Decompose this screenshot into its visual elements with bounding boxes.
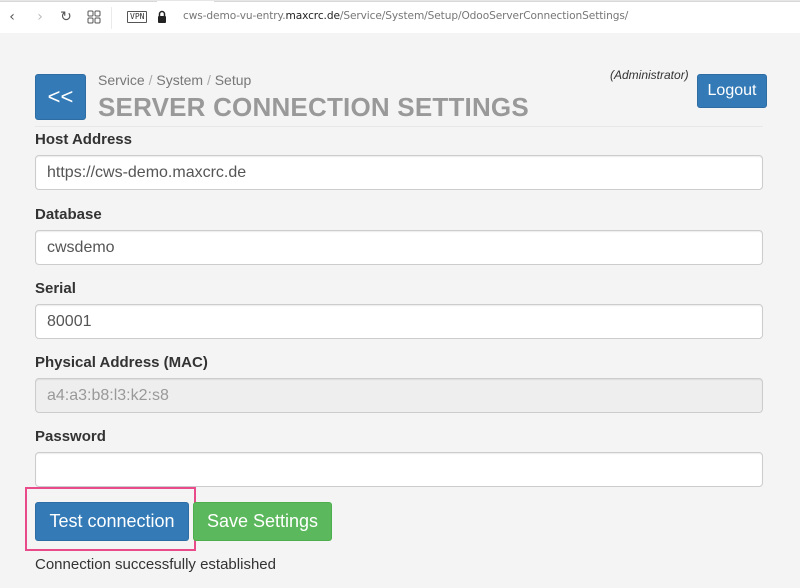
back-icon[interactable]: ‹ (3, 8, 21, 26)
serial-input[interactable] (35, 304, 763, 339)
breadcrumb-separator: / (206, 72, 211, 88)
forward-icon[interactable]: › (31, 8, 49, 26)
database-input[interactable] (35, 230, 763, 265)
breadcrumb-separator: / (148, 72, 153, 88)
page-title: SERVER CONNECTION SETTINGS (98, 92, 529, 122)
serial-label: Serial (35, 280, 76, 297)
tab-strip-edge (214, 1, 800, 2)
mac-address-label: Physical Address (MAC) (35, 354, 208, 371)
lock-icon[interactable] (157, 10, 167, 24)
url-host: maxcrc.de (285, 10, 340, 22)
browser-toolbar: ‹ › ↻ VPN cws-demo-vu-entry.maxcrc.de/Se… (0, 0, 800, 33)
breadcrumb: Service / System / Setup (98, 72, 251, 88)
host-address-label: Host Address (35, 131, 132, 148)
database-label: Database (35, 206, 102, 223)
breadcrumb-item-service[interactable]: Service (98, 72, 145, 88)
test-connection-button[interactable]: Test connection (35, 502, 189, 541)
password-input[interactable] (35, 452, 763, 487)
connection-status-message: Connection successfully established (35, 556, 276, 573)
tab-strip-edge (0, 1, 157, 2)
url-prefix: cws-demo-vu-entry. (183, 10, 286, 22)
address-bar[interactable]: cws-demo-vu-entry.maxcrc.de/Service/Syst… (183, 10, 628, 22)
mac-address-input (35, 378, 763, 413)
breadcrumb-item-system[interactable]: System (156, 72, 203, 88)
vpn-badge[interactable]: VPN (127, 11, 148, 23)
back-button[interactable]: << (35, 74, 86, 120)
url-path: /Service/System/Setup/OdooServerConnecti… (339, 10, 629, 22)
user-role: (Administrator) (610, 68, 689, 82)
tabs-grid-icon[interactable] (85, 8, 103, 26)
save-settings-button[interactable]: Save Settings (193, 502, 332, 541)
header-divider (35, 126, 763, 127)
breadcrumb-item-setup[interactable]: Setup (215, 72, 252, 88)
toolbar-divider (111, 7, 112, 29)
password-label: Password (35, 428, 106, 445)
logout-button[interactable]: Logout (697, 74, 767, 108)
reload-icon[interactable]: ↻ (57, 8, 75, 26)
host-address-input[interactable] (35, 155, 763, 190)
